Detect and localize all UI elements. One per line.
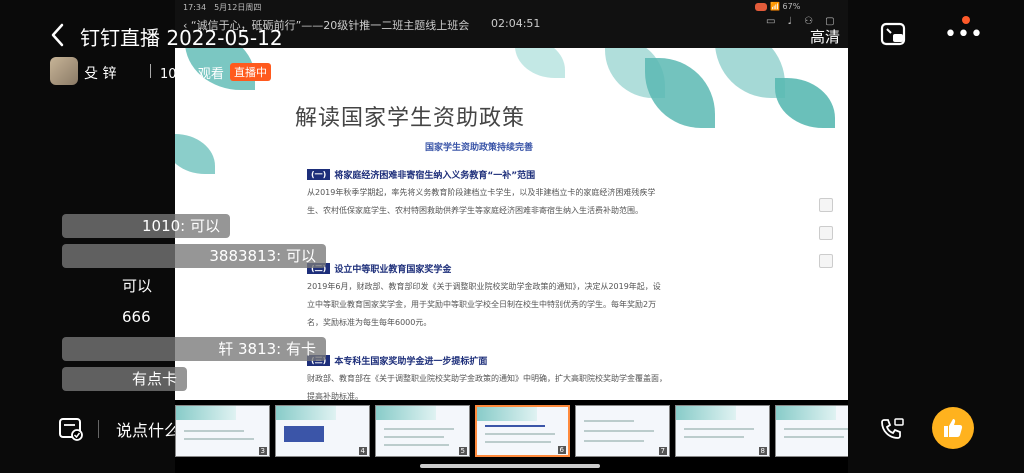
host-name: 殳 锌 bbox=[84, 66, 117, 82]
settings-icon[interactable] bbox=[819, 254, 833, 268]
slide-thumbnail[interactable]: 3 bbox=[175, 405, 270, 457]
leaf-decoration bbox=[515, 48, 565, 78]
host-avatar[interactable] bbox=[50, 57, 78, 85]
record-indicator bbox=[755, 3, 767, 11]
slide-thumbnail[interactable]: 9 bbox=[775, 405, 848, 457]
thumbs-up-icon bbox=[944, 419, 963, 437]
section-heading: (一) 将家庭经济困难非寄宿生纳入义务教育“一补”范围 bbox=[307, 168, 535, 181]
quality-button[interactable]: 高清 bbox=[810, 26, 840, 47]
slide-thumbnail[interactable]: 5 bbox=[375, 405, 470, 457]
section-text: 财政部、教育部在《关于调整职业院校奖助学金政策的通知》中明确，扩大高职院校奖助学… bbox=[307, 374, 667, 400]
slide-thumbnail[interactable]: 4 bbox=[275, 405, 370, 457]
mic-icon: ♩ bbox=[787, 16, 793, 27]
more-icon[interactable]: ••• bbox=[944, 24, 983, 46]
inner-elapsed-time: 02:04:51 bbox=[491, 17, 541, 30]
slide-thumbnails: 3 4 5 6 7 8 9 bbox=[175, 405, 848, 459]
leaf-decoration bbox=[645, 58, 715, 128]
slide-subtitle: 国家学生资助政策持续完善 bbox=[425, 143, 534, 153]
right-background bbox=[848, 0, 1024, 473]
divider bbox=[150, 64, 151, 78]
home-indicator bbox=[420, 464, 600, 468]
section-text: 2019年6月，财政部、教育部印发《关于调整职业院校奖助学金政策的通知》，决定从… bbox=[307, 282, 661, 327]
slide-thumbnail[interactable]: 8 bbox=[675, 405, 770, 457]
folder-icon[interactable] bbox=[819, 226, 833, 240]
slide-side-tools bbox=[819, 198, 833, 268]
notification-dot bbox=[962, 16, 970, 24]
slide-title: 解读国家学生资助政策 bbox=[295, 106, 526, 131]
picture-in-picture-icon[interactable] bbox=[880, 22, 908, 48]
leaf-decoration bbox=[175, 134, 215, 174]
comment-item: 轩 3813: 有卡 bbox=[62, 337, 326, 361]
like-button[interactable] bbox=[932, 407, 974, 449]
divider bbox=[98, 420, 99, 438]
leaf-decoration bbox=[775, 78, 835, 128]
comment-item: 有点卡 bbox=[62, 367, 187, 391]
slide-thumbnail-active[interactable]: 6 bbox=[475, 405, 570, 457]
live-badge: 直播中 bbox=[230, 63, 271, 81]
comment-item: 1010: 可以 bbox=[62, 214, 230, 238]
comment-item: 可以 bbox=[122, 277, 153, 295]
camera-icon: ▭ bbox=[766, 16, 776, 27]
back-icon[interactable] bbox=[48, 22, 68, 48]
document-icon[interactable] bbox=[819, 198, 833, 212]
section-heading: (二) 设立中等职业教育国家奖学金 bbox=[307, 262, 451, 275]
phone-call-icon[interactable] bbox=[878, 416, 906, 442]
viewer-count: 100人观看 bbox=[160, 67, 224, 82]
inner-status-right: 📶 67% bbox=[770, 2, 801, 11]
section-text: 从2019年秋季学期起，率先将义务教育阶段建档立卡学生，以及非建档立卡的家庭经济… bbox=[307, 188, 656, 215]
message-icon[interactable] bbox=[58, 416, 84, 442]
comment-item: 666 bbox=[122, 308, 151, 326]
slide-thumbnail[interactable]: 7 bbox=[575, 405, 670, 457]
live-title: 钉钉直播 2022-05-12 bbox=[80, 26, 283, 50]
section-heading: (三)本专科生国家奖助学金进一步提标扩面 bbox=[307, 354, 487, 367]
inner-status-bar: 17:34 5月12日周四 bbox=[183, 3, 262, 12]
comment-item: 3883813: 可以 bbox=[62, 244, 326, 268]
